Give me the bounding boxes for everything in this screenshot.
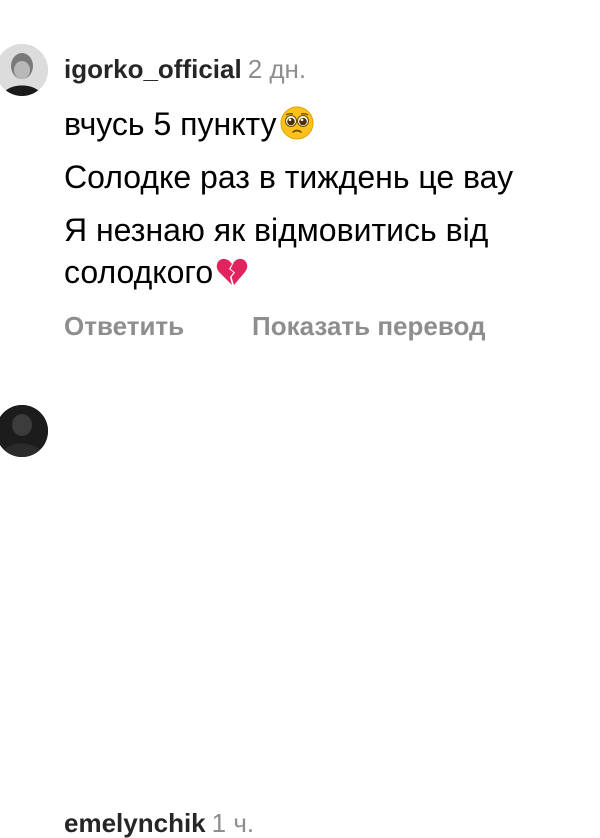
comment-text-line: Солодке раз в тиждень це вау bbox=[64, 159, 514, 195]
username[interactable]: igorko_official bbox=[64, 54, 242, 84]
reply-button[interactable]: Ответить bbox=[64, 313, 184, 339]
timestamp: 1 ч. bbox=[211, 808, 255, 838]
comment-header: igorko_official 2 дн. bbox=[64, 56, 306, 82]
translate-button[interactable]: Показать перевод bbox=[252, 313, 486, 339]
pleading-face-emoji bbox=[279, 105, 315, 146]
comment-text-line: солодкого bbox=[64, 255, 249, 294]
username[interactable]: emelynchik bbox=[64, 808, 206, 838]
comment-text-line: Я незнаю як відмовитись від bbox=[64, 212, 489, 248]
comment-text-line: вчусь 5 пункту bbox=[64, 105, 315, 146]
comment-header: emelynchik 1 ч. bbox=[64, 810, 254, 836]
timestamp: 2 дн. bbox=[247, 54, 307, 84]
avatar[interactable] bbox=[0, 405, 48, 457]
broken-heart-emoji bbox=[215, 255, 249, 294]
avatar[interactable] bbox=[0, 44, 48, 96]
